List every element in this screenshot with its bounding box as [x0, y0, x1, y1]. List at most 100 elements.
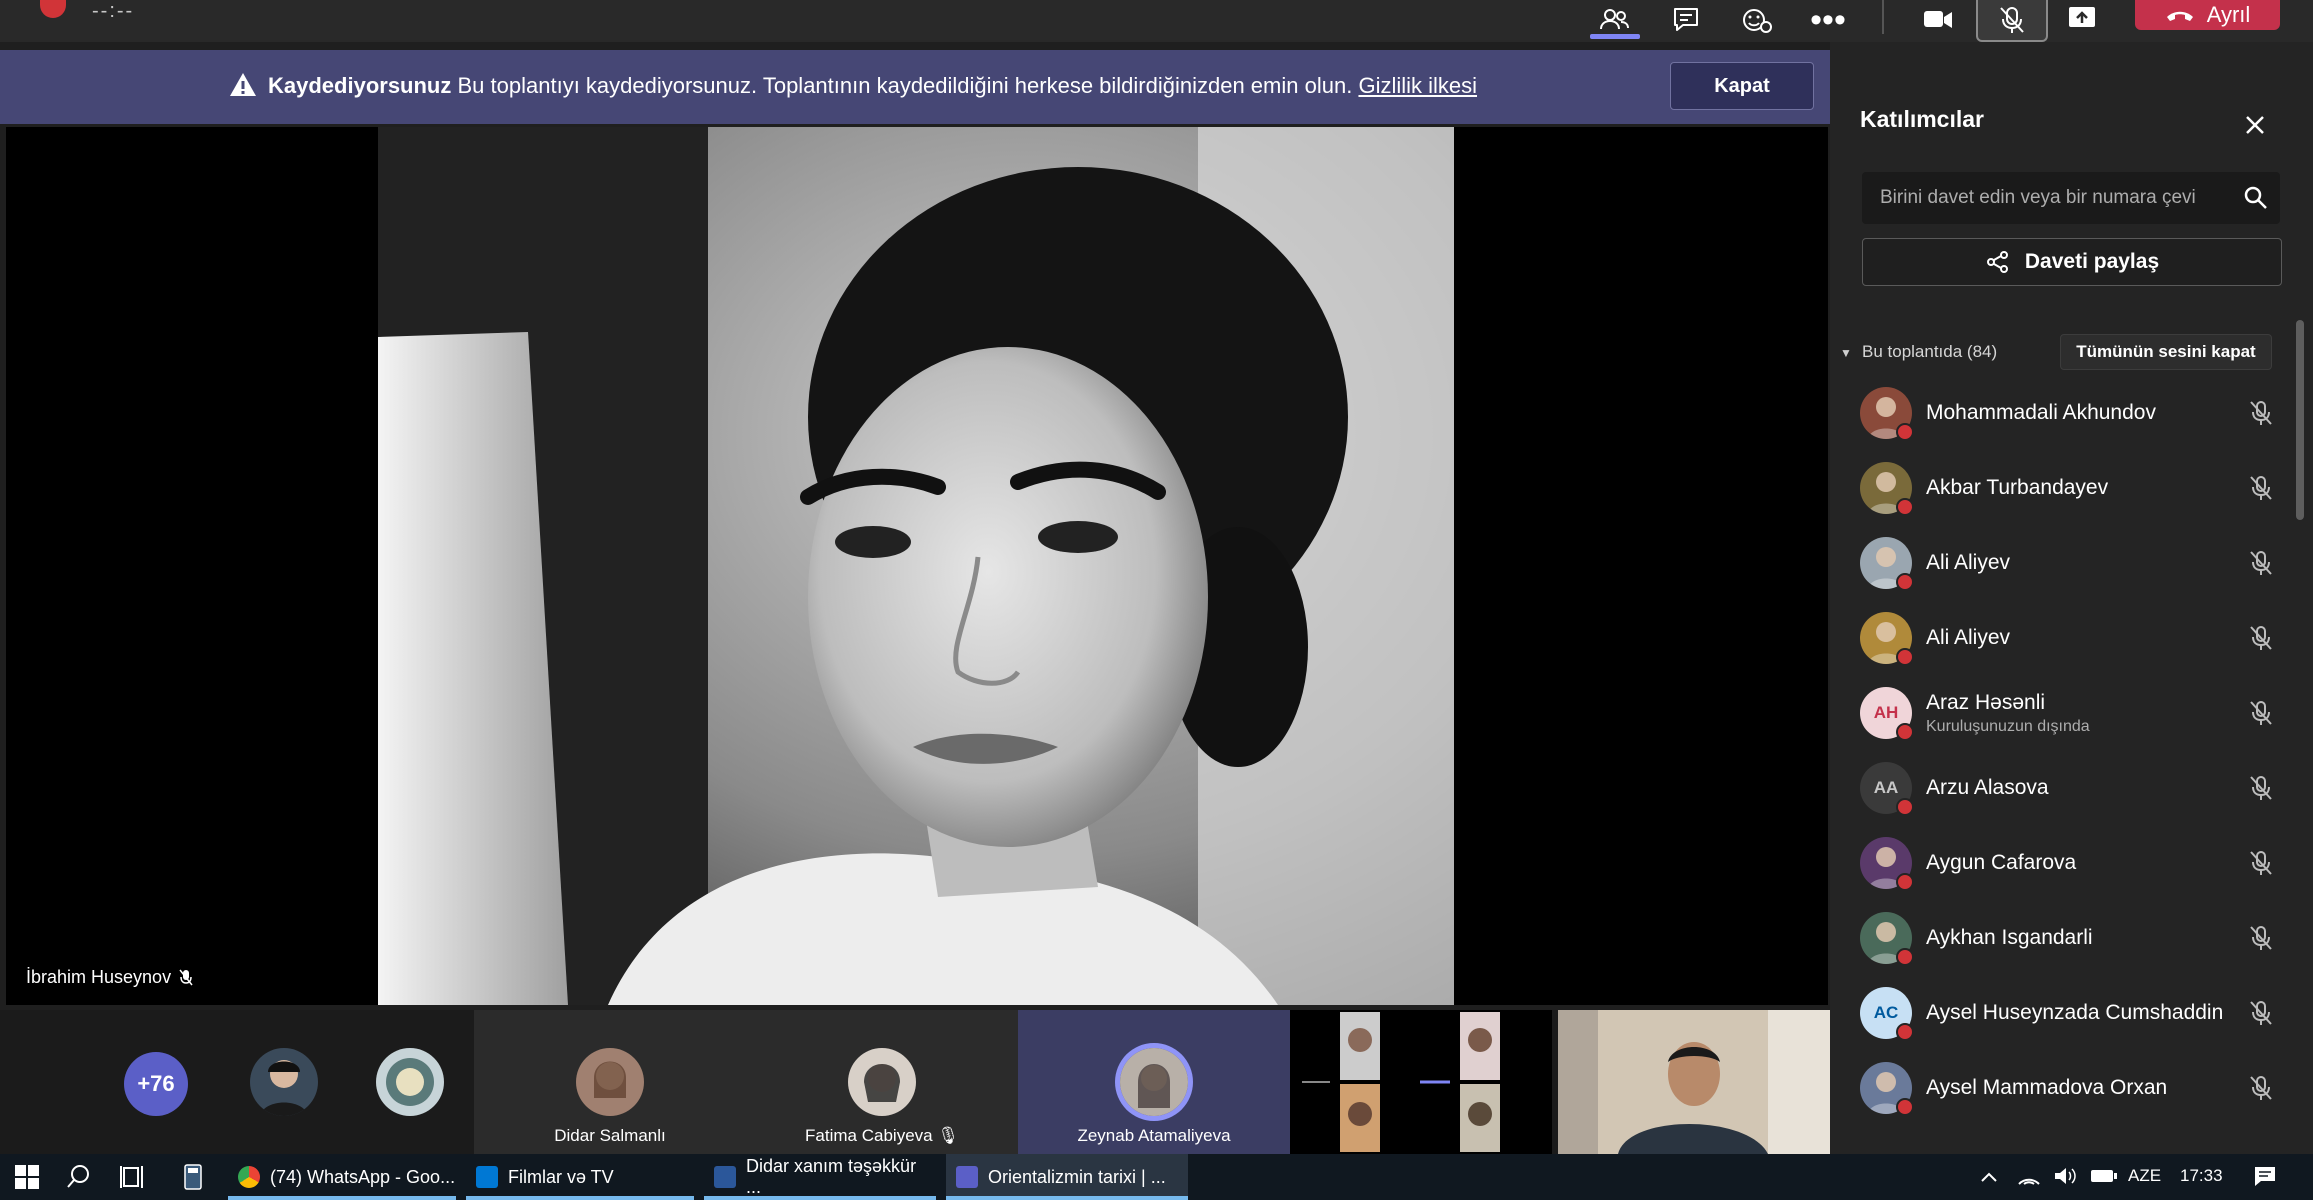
- participant-row[interactable]: Ali Aliyev: [1860, 601, 2280, 675]
- participant-row[interactable]: AC Aysel Huseynzada Cumshaddin: [1860, 976, 2280, 1050]
- invite-search-input[interactable]: [1862, 172, 2280, 224]
- participant-name: Didar Salmanlı: [554, 1126, 666, 1145]
- participant-row[interactable]: AA Arzu Alasova: [1860, 751, 2280, 825]
- presence-status-icon: [1896, 948, 1914, 966]
- show-chat-button[interactable]: [1658, 0, 1714, 40]
- participant-info: Akbar Turbandayev: [1926, 476, 2246, 500]
- participant-name: Arzu Alasova: [1926, 776, 2049, 799]
- network-icon[interactable]: [2016, 1164, 2042, 1188]
- mic-off-icon[interactable]: [2246, 473, 2276, 503]
- running-indicator: [228, 1196, 456, 1200]
- mic-off-icon[interactable]: [2246, 923, 2276, 953]
- search-icon[interactable]: [2242, 184, 2270, 212]
- mic-off-icon[interactable]: [2246, 773, 2276, 803]
- teams-icon: [956, 1166, 978, 1188]
- banner-message: Kaydediyorsunuz Bu toplantıyı kaydediyor…: [268, 73, 1477, 99]
- in-meeting-section-label[interactable]: Bu toplantıda (84): [1862, 342, 1997, 362]
- search-icon[interactable]: [64, 1162, 94, 1192]
- participant-row[interactable]: Akbar Turbandayev: [1860, 451, 2280, 525]
- mic-off-icon[interactable]: [2246, 548, 2276, 578]
- running-indicator: [466, 1196, 694, 1200]
- participant-info: Mohammadali Akhundov: [1926, 401, 2246, 425]
- taskbar-app-word[interactable]: Didar xanım təşəkkür ...: [704, 1154, 936, 1200]
- more-actions-button[interactable]: •••: [1800, 0, 1856, 40]
- participant-name: Ali Aliyev: [1926, 626, 2011, 649]
- more-participants-badge[interactable]: +76: [124, 1052, 188, 1116]
- mic-off-icon[interactable]: [2246, 398, 2276, 428]
- clock[interactable]: 17:33: [2180, 1166, 2223, 1186]
- mute-all-button[interactable]: Tümünün sesini kapat: [2060, 334, 2272, 370]
- participant-name: Aysel Huseynzada Cumshaddin: [1926, 1001, 2224, 1024]
- taskbar-app-films[interactable]: Filmlar və TV: [466, 1154, 694, 1200]
- panel-title: Katılımcılar: [1860, 106, 1984, 132]
- participant-name: Zeynab Atamaliyeva: [1077, 1126, 1231, 1145]
- share-tray-icon: [2069, 7, 2095, 27]
- chat-icon: [1674, 8, 1698, 31]
- self-video-preview[interactable]: [1558, 1010, 1830, 1154]
- participant-name: Akbar Turbandayev: [1926, 476, 2109, 499]
- input-language[interactable]: AZE: [2128, 1166, 2161, 1186]
- close-icon[interactable]: [2240, 110, 2270, 140]
- share-icon: [1986, 251, 2008, 273]
- mic-off-icon[interactable]: [2246, 998, 2276, 1028]
- close-banner-button[interactable]: Kapat: [1670, 62, 1814, 110]
- mini-video-grid[interactable]: [1290, 1010, 1552, 1154]
- taskbar-app-teams[interactable]: Orientalizmin tarixi | ...: [946, 1154, 1188, 1200]
- running-indicator: [946, 1196, 1188, 1200]
- task-view-icon[interactable]: [118, 1162, 148, 1192]
- chevron-down-icon[interactable]: ▼: [1840, 346, 1852, 360]
- battery-icon[interactable]: [2090, 1168, 2118, 1184]
- participant-name: Fatima Cabiyeva 🎙: [746, 1126, 1018, 1146]
- taskbar-app-label: Filmlar və TV: [508, 1166, 614, 1187]
- taskbar-app-label: (74) WhatsApp - Goo...: [270, 1166, 456, 1187]
- taskbar-app-whatsapp[interactable]: (74) WhatsApp - Goo...: [228, 1154, 456, 1200]
- presence-status-icon: [1896, 1023, 1914, 1041]
- participant-name: Ali Aliyev: [1926, 551, 2011, 574]
- reactions-button[interactable]: [1728, 0, 1784, 40]
- participant-tile[interactable]: Didar Salmanlı: [474, 1010, 746, 1154]
- presence-status-icon: [1896, 873, 1914, 891]
- share-invite-button[interactable]: Daveti paylaş: [1862, 238, 2282, 286]
- participant-row[interactable]: Aysel Mammadova Orxan: [1860, 1051, 2280, 1125]
- participant-row[interactable]: Mohammadali Akhundov: [1860, 376, 2280, 450]
- participant-name: Mohammadali Akhundov: [1926, 401, 2156, 424]
- participant-name: Aygun Cafarova: [1926, 851, 2077, 874]
- mic-off-icon[interactable]: [2246, 1073, 2276, 1103]
- meeting-toolbar: [0, 0, 2313, 42]
- participant-tile-speaking[interactable]: Zeynab Atamaliyeva: [1018, 1010, 1290, 1154]
- participant-row[interactable]: AH Araz Həsənli Kuruluşunuzun dışında: [1860, 676, 2280, 750]
- meeting-timer: --:--: [92, 0, 135, 22]
- participant-tile[interactable]: Fatima Cabiyeva 🎙: [746, 1010, 1018, 1154]
- mic-off-icon[interactable]: [2246, 623, 2276, 653]
- participant-row[interactable]: Aykhan Isgandarli: [1860, 901, 2280, 975]
- chevron-up-icon[interactable]: [1978, 1166, 2000, 1188]
- shared-portrait-image: [378, 127, 1454, 1005]
- calculator-icon[interactable]: [178, 1162, 208, 1192]
- toolbar-divider: [1882, 0, 1884, 34]
- mic-off-icon[interactable]: [2246, 848, 2276, 878]
- leave-meeting-button[interactable]: Ayrıl: [2135, 0, 2280, 30]
- microphone-toggle-button[interactable]: [1976, 0, 2048, 42]
- camera-toggle-button[interactable]: [1910, 0, 1966, 40]
- participant-thumbnail[interactable]: [376, 1048, 444, 1116]
- leave-label: Ayrıl: [2206, 2, 2251, 27]
- panel-scrollbar[interactable]: [2296, 320, 2304, 520]
- mic-off-icon[interactable]: [2246, 698, 2276, 728]
- participant-info: Arzu Alasova: [1926, 776, 2246, 800]
- participant-info: Araz Həsənli Kuruluşunuzun dışında: [1926, 691, 2246, 736]
- participant-row[interactable]: Ali Aliyev: [1860, 526, 2280, 600]
- avatar: AC: [1860, 987, 1914, 1041]
- active-speaker-label: İbrahim Huseynov: [26, 967, 193, 988]
- avatar: [1860, 387, 1914, 441]
- participant-row[interactable]: Aygun Cafarova: [1860, 826, 2280, 900]
- volume-icon[interactable]: [2052, 1164, 2078, 1188]
- notifications-icon[interactable]: [2252, 1164, 2278, 1188]
- participant-thumbnail[interactable]: [250, 1048, 318, 1116]
- avatar: [1860, 612, 1914, 666]
- avatar: [1120, 1048, 1188, 1116]
- mic-off-icon: [2000, 7, 2024, 33]
- share-content-button[interactable]: [2054, 0, 2110, 40]
- privacy-policy-link[interactable]: Gizlilik ilkesi: [1358, 73, 1477, 98]
- running-indicator: [704, 1196, 936, 1200]
- windows-start-icon[interactable]: [12, 1162, 42, 1192]
